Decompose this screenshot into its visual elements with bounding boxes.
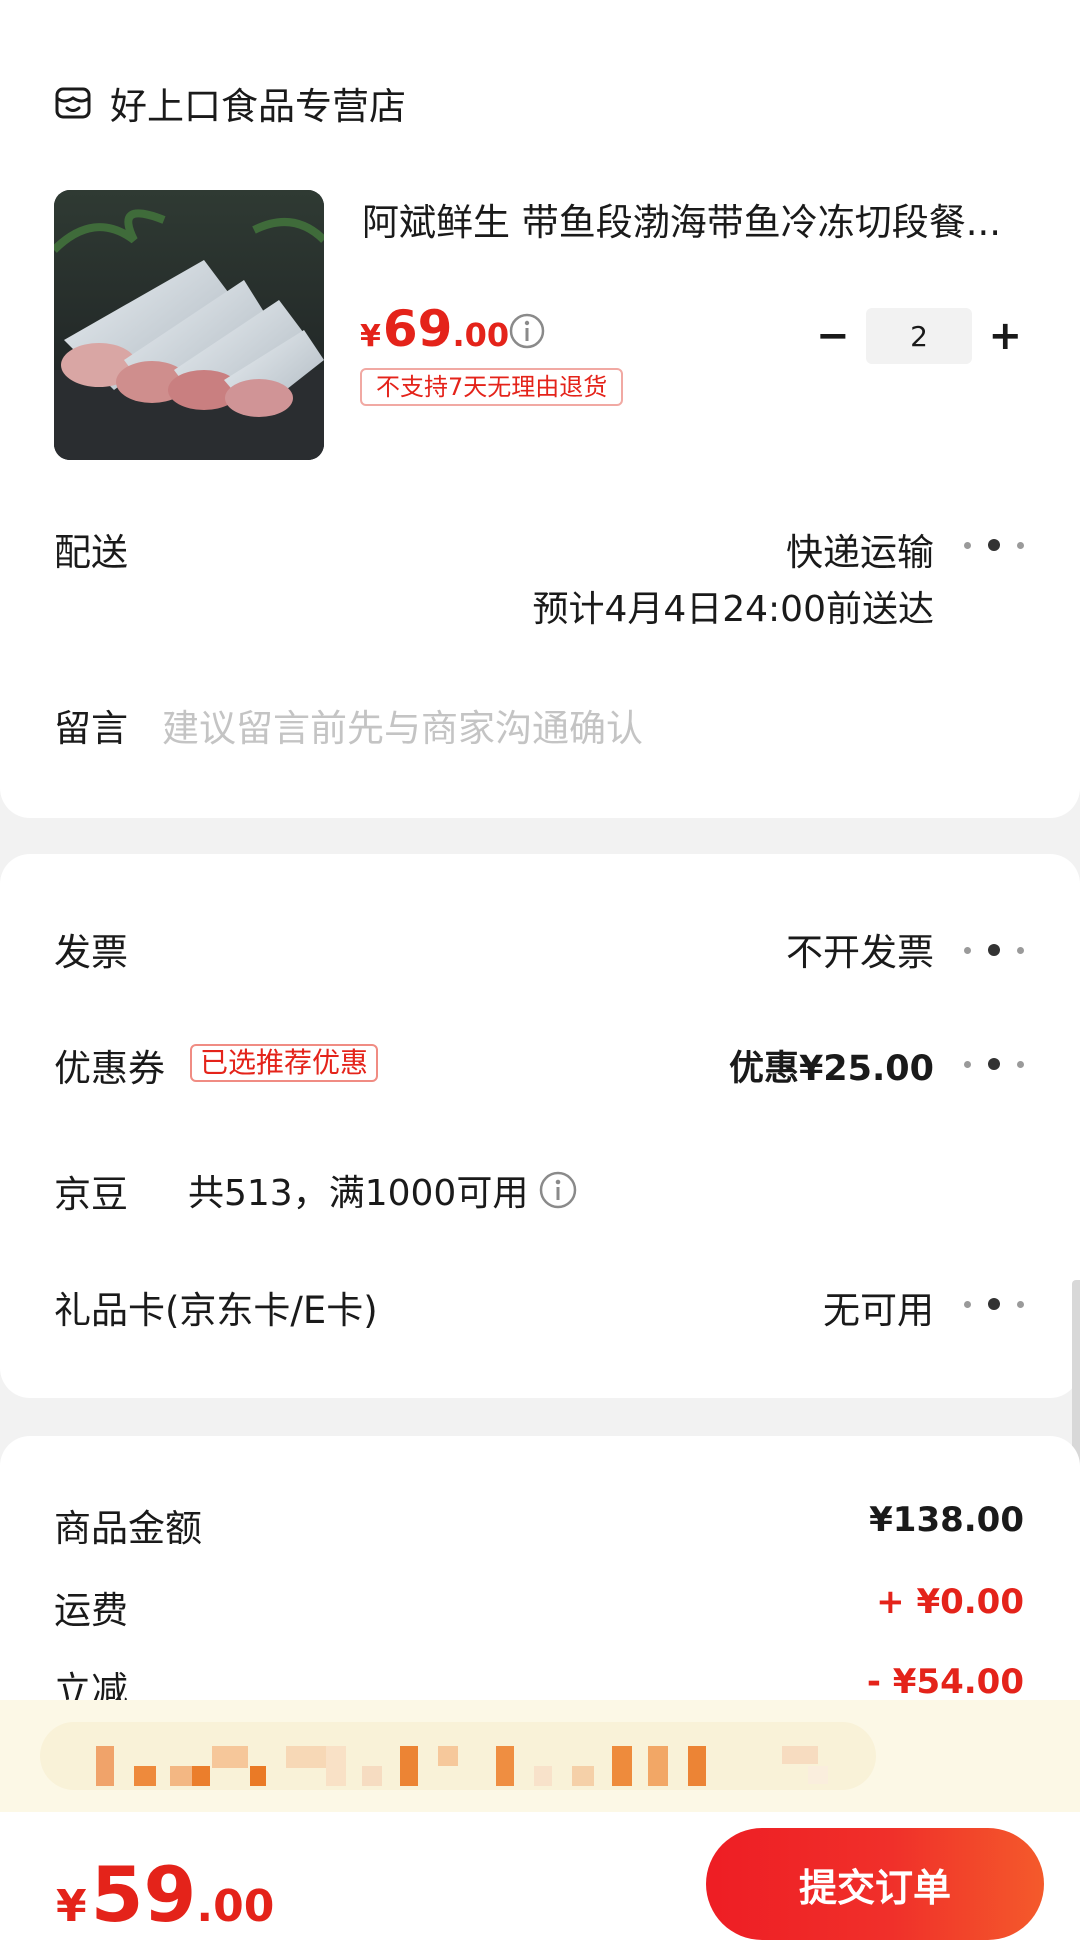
jd-beans-label: 京豆 — [54, 1173, 128, 1216]
quantity-plus-button[interactable]: + — [980, 308, 1030, 364]
shop-order-card: 好上口食品专营店 阿斌鲜生 带鱼段渤海带鱼冷冻切段餐... ¥ 69 .00 不… — [0, 0, 1080, 818]
shipping-label: 运费 — [54, 1589, 128, 1632]
discount-value: - ¥54.00 — [866, 1662, 1024, 1702]
note-input[interactable]: 建议留言前先与商家沟通确认 — [162, 698, 643, 752]
shop-name[interactable]: 好上口食品专营店 — [110, 76, 406, 130]
total-integer: 59 — [90, 1850, 197, 1939]
price-integer: 69 — [382, 300, 453, 358]
submit-order-button[interactable]: 提交订单 — [706, 1828, 1044, 1940]
product-price: ¥ 69 .00 — [360, 300, 509, 358]
jd-beans-text: 共513，满1000可用 — [188, 1173, 529, 1214]
delivery-label: 配送 — [54, 531, 128, 574]
scrollbar[interactable] — [1072, 1280, 1080, 1468]
price-currency: ¥ — [360, 319, 381, 354]
delivery-eta: 预计4月4日24:00前送达 — [532, 589, 934, 630]
quantity-value[interactable]: 2 — [865, 308, 973, 364]
gift-card-value[interactable]: 无可用 — [823, 1280, 934, 1334]
price-decimal: .00 — [452, 316, 510, 354]
invoice-label: 发票 — [54, 931, 128, 974]
invoice-value[interactable]: 不开发票 — [786, 922, 934, 976]
total-decimal: .00 — [196, 1881, 275, 1932]
promo-banner[interactable] — [0, 1700, 1080, 1812]
delivery-more-icon[interactable] — [964, 535, 1024, 555]
total-currency: ¥ — [56, 1881, 87, 1932]
note-label: 留言 — [54, 707, 128, 750]
product-image[interactable] — [54, 190, 324, 460]
coupon-label: 优惠券 — [54, 1047, 165, 1090]
delivery-method[interactable]: 快递运输 — [786, 522, 934, 576]
price-info-icon[interactable] — [508, 312, 546, 350]
shop-header[interactable]: 好上口食品专营店 — [54, 78, 406, 128]
gift-card-more-icon[interactable] — [964, 1294, 1024, 1314]
total-price: ¥ 59 .00 — [56, 1850, 274, 1939]
product-title[interactable]: 阿斌鲜生 带鱼段渤海带鱼冷冻切段餐... — [362, 192, 1030, 244]
promo-banner-inner — [40, 1722, 876, 1790]
invoice-more-icon[interactable] — [964, 940, 1024, 960]
shipping-value: + ¥0.00 — [876, 1582, 1024, 1622]
goods-amount-value: ¥138.00 — [869, 1500, 1024, 1540]
quantity-stepper[interactable]: − 2 + — [808, 308, 1030, 364]
shop-icon — [55, 87, 91, 119]
gift-card-label: 礼品卡(京东卡/E卡) — [54, 1289, 378, 1332]
quantity-minus-button[interactable]: − — [808, 308, 858, 364]
return-policy-badge: 不支持7天无理由退货 — [360, 368, 624, 406]
coupon-more-icon[interactable] — [964, 1054, 1024, 1074]
checkout-bar: ¥ 59 .00 提交订单 — [0, 1812, 1080, 1960]
coupon-value[interactable]: 优惠¥25.00 — [729, 1040, 934, 1091]
coupon-badge: 已选推荐优惠 — [190, 1044, 379, 1082]
jd-beans-info-icon[interactable] — [538, 1170, 578, 1210]
goods-amount-label: 商品金额 — [54, 1507, 202, 1550]
